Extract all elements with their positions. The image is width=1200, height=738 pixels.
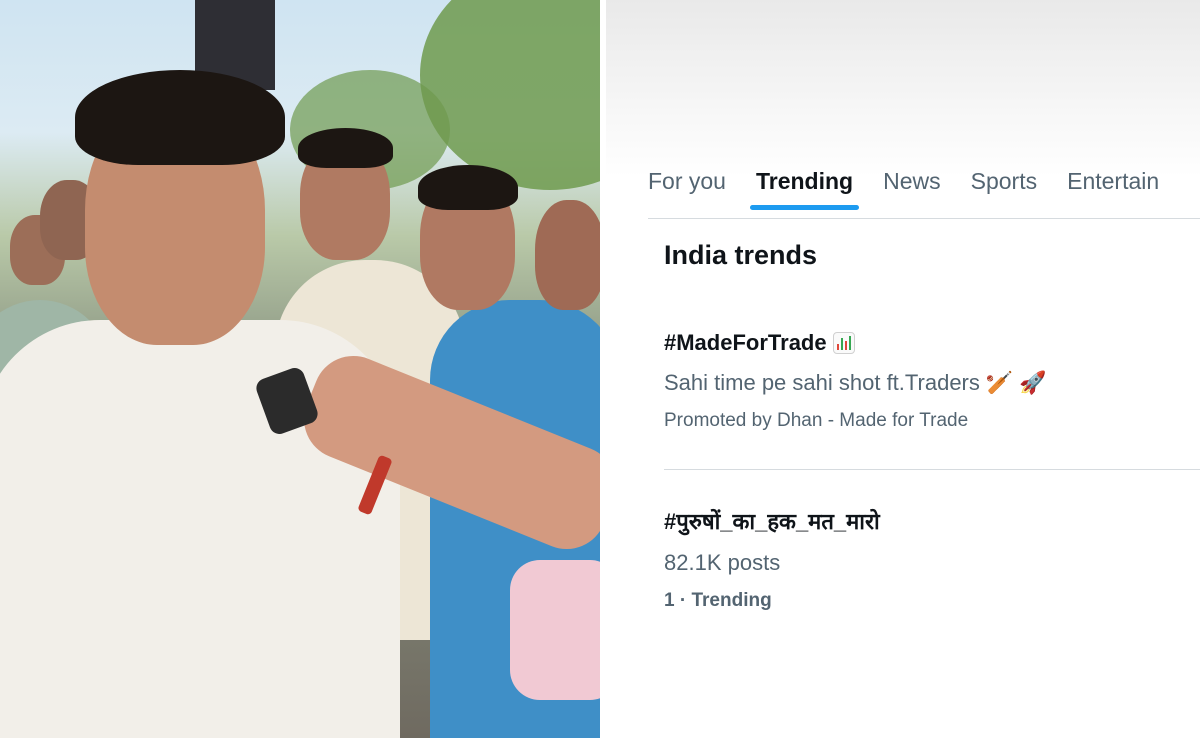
explore-panel: For you Trending News Sports Entertain I… — [606, 0, 1200, 738]
tab-label: Sports — [970, 168, 1038, 194]
trend-post-count: 82.1K posts — [664, 550, 1200, 576]
bystander-hair — [298, 128, 393, 168]
photo-tree — [420, 0, 600, 190]
trend-divider — [664, 469, 1200, 470]
rank-number: 1 — [664, 590, 675, 611]
crowd-head-right — [535, 200, 600, 310]
tab-label: News — [883, 168, 941, 194]
rocket-icon: 🚀 — [1019, 370, 1047, 395]
trend-item-promoted[interactable]: #MadeForTrade Sahi time pe sahi shot ft.… — [664, 330, 1200, 432]
tab-label: For you — [648, 168, 726, 194]
trend-subtitle: Sahi time pe sahi shot ft.Traders 🏏 🚀 — [664, 370, 1200, 396]
tab-for-you[interactable]: For you — [648, 160, 726, 210]
promoted-label: Promoted by Dhan - Made for Trade — [664, 410, 969, 431]
speaker-hair — [75, 70, 285, 165]
news-photo — [0, 0, 600, 738]
interviewer-sleeve — [510, 560, 600, 700]
trend-subtitle-text: Sahi time pe sahi shot ft.Traders — [664, 370, 980, 395]
trend-tag-text: #पुरुषों_का_हक_मत_मारो — [664, 509, 880, 534]
cricket-bat-icon: 🏏 — [985, 370, 1014, 395]
explore-tabs: For you Trending News Sports Entertain — [648, 160, 1200, 218]
trend-tag: #MadeForTrade — [664, 330, 1200, 356]
trend-tag-text: #MadeForTrade — [664, 330, 827, 355]
tab-label: Entertain — [1067, 168, 1160, 194]
tab-news[interactable]: News — [883, 160, 941, 210]
rank-label: · Trending — [674, 590, 772, 611]
tab-entertainment[interactable]: Entertain — [1067, 160, 1159, 210]
trend-item-1[interactable]: #पुरुषों_का_हक_मत_मारो 82.1K posts 1 · T… — [664, 506, 1200, 612]
tab-sports[interactable]: Sports — [971, 160, 1037, 210]
tabs-divider — [648, 218, 1200, 219]
tab-trending[interactable]: Trending — [749, 160, 860, 210]
blue-shirt-hair — [418, 165, 518, 210]
active-tab-indicator — [749, 205, 860, 210]
tab-label: Trending — [755, 168, 854, 194]
bar-chart-icon — [832, 332, 855, 354]
trend-tag: #पुरुषों_का_हक_मत_मारो — [664, 506, 1200, 536]
trend-rank: 1 · Trending — [664, 590, 1200, 612]
post-count-text: 82.1K posts — [664, 550, 781, 575]
section-title: India trends — [664, 240, 818, 270]
